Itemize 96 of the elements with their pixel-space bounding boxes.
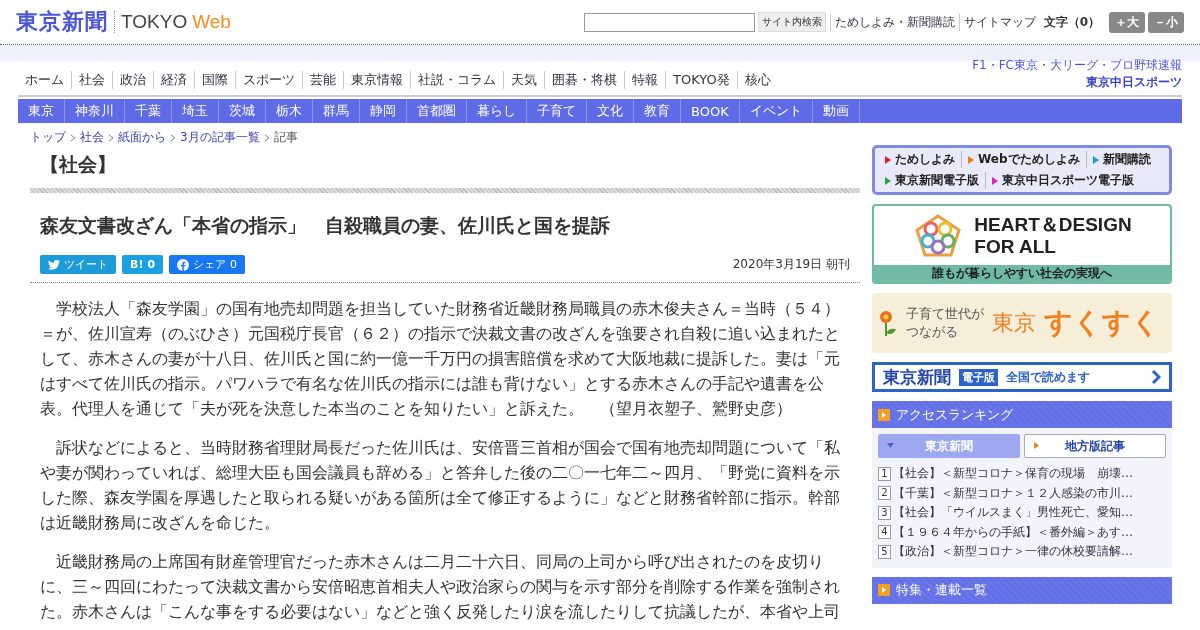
nav-link[interactable]: 囲碁・将棋 <box>544 71 624 89</box>
arrow-box-icon <box>878 408 890 421</box>
banner-logo: 東京新聞 <box>883 365 951 389</box>
quick-link[interactable]: ためしよみ <box>879 151 961 168</box>
region-link[interactable]: 栃木 <box>266 99 313 123</box>
sports-logo[interactable]: 東京中日スポーツ <box>1086 74 1182 91</box>
banner[interactable]: 東京新聞 電子版 全国で読めます <box>872 362 1172 392</box>
nav-link[interactable]: 核心 <box>736 71 778 89</box>
nav-link[interactable]: 特報 <box>624 71 665 89</box>
breadcrumb-link[interactable]: 社会 <box>80 129 104 146</box>
features-title: 特集・連載一覧 <box>896 581 987 599</box>
region-link[interactable]: 神奈川 <box>65 99 125 123</box>
nav-link[interactable]: TOKYO発 <box>665 71 737 89</box>
quick-link[interactable]: 東京中日スポーツ電子版 <box>985 172 1140 189</box>
article-title: 森友文書改ざん「本省の指示」 自殺職員の妻、佐川氏と国を提訴 <box>40 213 611 238</box>
nav-link[interactable]: 政治 <box>112 71 153 89</box>
region-link[interactable]: 首都圏 <box>407 99 467 123</box>
caret-icon <box>1033 442 1040 449</box>
site-logo[interactable]: 東京新聞 <box>16 7 108 37</box>
rank-number: 4 <box>878 525 891 540</box>
arrow-box-icon <box>878 584 890 596</box>
current-page-text: 記事 <box>273 129 298 146</box>
search-button[interactable]: サイト内検索 <box>757 12 826 32</box>
region-link[interactable]: 文化 <box>587 99 634 123</box>
nav-link[interactable]: 天気 <box>503 71 544 89</box>
banner-text: つながる <box>906 323 959 341</box>
banner-title: HEART＆DESIGN <box>974 213 1132 236</box>
region-link[interactable]: 東京 <box>18 99 65 123</box>
region-link[interactable]: 子育て <box>527 99 587 123</box>
banner-text: 子育て世代が <box>906 305 984 323</box>
font-size-button[interactable]: －小 <box>1148 11 1184 33</box>
nav-link[interactable]: 経済 <box>153 71 194 89</box>
region-link[interactable]: 埼玉 <box>172 99 219 123</box>
logo-text: Web <box>192 11 231 33</box>
font-size-button[interactable]: ＋大 <box>1109 11 1145 33</box>
header-link[interactable]: サイトマップ <box>958 13 1040 31</box>
share-button[interactable]: シェア 0 <box>169 255 246 274</box>
banner-subtitle: FOR ALL <box>974 235 1057 258</box>
banner-title: すくすく <box>1044 305 1160 341</box>
region-link[interactable]: 暮らし <box>467 99 527 123</box>
rank-number: 5 <box>878 544 891 559</box>
chevron-icon <box>1151 370 1161 384</box>
ranking-item[interactable]: 2 【千葉】＜新型コロナ＞１２人感染の市川… <box>878 483 1166 503</box>
promo-text[interactable]: F1・FC東京・大リーグ・プロ野球速報 <box>972 57 1182 74</box>
logo-text: TOKYO <box>121 11 188 33</box>
caret-icon <box>887 442 894 449</box>
article-paragraph: 近畿財務局の上席国有財産管理官だった赤木さんは二月二十六日、同局の上司から呼び出されたのを皮切りに、三～四回にわたって決裁文書から安倍昭恵首相夫人や政治家らの関与を示す部分を削除する作業を強制された。赤木さんは「こんな事をする必要はない」などと強く反発したり涙を流したりして抗議したが、本省や上司 <box>40 552 841 623</box>
rank-number: 3 <box>878 505 891 520</box>
font-size-label: 文字（0） <box>1043 13 1100 31</box>
banner-caption: 誰もが暮らしやすい社会の実現へ <box>874 265 1170 282</box>
breadcrumb-link[interactable]: 紙面から <box>118 129 166 146</box>
article-date: 2020年3月19日 朝刊 <box>732 256 850 273</box>
quick-link[interactable]: Webでためしよみ <box>961 151 1086 168</box>
nav-link[interactable]: 東京情報 <box>343 71 410 89</box>
region-link[interactable]: 千葉 <box>125 99 172 123</box>
chevron-icon <box>263 133 270 142</box>
region-link[interactable]: 群馬 <box>313 99 360 123</box>
region-link[interactable]: 茨城 <box>219 99 266 123</box>
region-link[interactable]: 教育 <box>634 99 681 123</box>
ranking-item[interactable]: 5 【政治】＜新型コロナ＞一律の休校要請解… <box>878 542 1166 562</box>
rank-number: 2 <box>878 486 891 501</box>
breadcrumb-link[interactable]: トップ <box>30 129 66 146</box>
region-link[interactable]: BOOK <box>681 99 740 123</box>
chevron-icon <box>170 133 176 142</box>
ranking-item[interactable]: 1 【社会】＜新型コロナ＞保育の現場 崩壊… <box>878 464 1166 484</box>
ranking-title: アクセスランキング <box>896 405 1013 424</box>
nav-link[interactable]: 国際 <box>194 71 235 89</box>
bird-icon <box>48 259 60 270</box>
nav-link[interactable]: ホーム <box>18 71 71 89</box>
breadcrumb-link[interactable]: 3月の記事一覧 <box>180 129 260 146</box>
article-paragraph: 学校法人「森友学園」の国有地売却問題を担当していた財務省近畿財務局職員の赤木俊夫さん＝当時（５４）＝が、佐川宣寿（のぶひさ）元国税庁長官（６２）の指示で決裁文書の改ざんを強要され自殺に追い込まれたとして、赤木さんの妻が十八日、佐川氏と国に約一億一千万円の損害賠償を求めて大阪地裁に提訴した。妻は「元はすべて佐川氏の指示。パワハラで有名な佐川氏の指示には誰も背けない」とする赤木さんの手記や遺書を公表。代理人を通じて「夫が死を決意した本当のことを知りたい」と訴えた。 （望月衣塑子、鷲野史彦） <box>40 299 841 420</box>
ranking-tab[interactable]: 地方版記事 <box>1024 434 1166 458</box>
nav-link[interactable]: 社会 <box>71 71 112 89</box>
nav-link[interactable]: 芸能 <box>302 71 343 89</box>
banner-text: 東京 <box>992 309 1036 337</box>
banner-text: 全国で読めます <box>1006 368 1090 386</box>
rank-number: 1 <box>878 466 891 481</box>
facebook-icon <box>177 258 190 271</box>
banner[interactable]: HEART＆DESIGN FOR ALL 誰もが暮らしやすい社会の実現へ <box>872 204 1172 284</box>
search-field[interactable] <box>583 12 755 32</box>
flower-icon <box>878 309 898 337</box>
ranking-item[interactable]: 3 【社会】「ウイルスまく」男性死亡、愛知… <box>878 503 1166 523</box>
header-link[interactable]: ためしよみ・新聞購読 <box>829 13 959 31</box>
nav-link[interactable]: 社説・コラム <box>410 71 503 89</box>
chevron-icon <box>70 133 76 142</box>
nav-link[interactable]: スポーツ <box>235 71 302 89</box>
section-title: 【社会】 <box>40 152 117 177</box>
ranking-item[interactable]: 4 【１９６４年からの手紙】＜番外編＞あす… <box>878 522 1166 542</box>
region-link[interactable]: 静岡 <box>360 99 407 123</box>
banner-badge: 電子版 <box>959 368 998 386</box>
region-link[interactable]: イベント <box>739 99 813 123</box>
chevron-icon <box>108 133 114 142</box>
article-paragraph: 訴状などによると、当時財務省理財局長だった佐川氏は、安倍晋三首相が国会で国有地売却問題について「私や妻が関わっていれば、総理大臣も国会議員も辞める」と答弁した後の二〇一七年二～四月、「野党に資料を示した際、森友学園を厚遇したと取られる疑いがある箇所は全て修正するように」などと財務省幹部に指示。幹部は近畿財務局に改ざんを命じた。 <box>40 438 841 534</box>
quick-link[interactable]: 新聞購読 <box>1085 151 1157 168</box>
quick-link[interactable]: 東京新聞電子版 <box>879 172 985 189</box>
region-link[interactable]: 動画 <box>812 99 860 123</box>
